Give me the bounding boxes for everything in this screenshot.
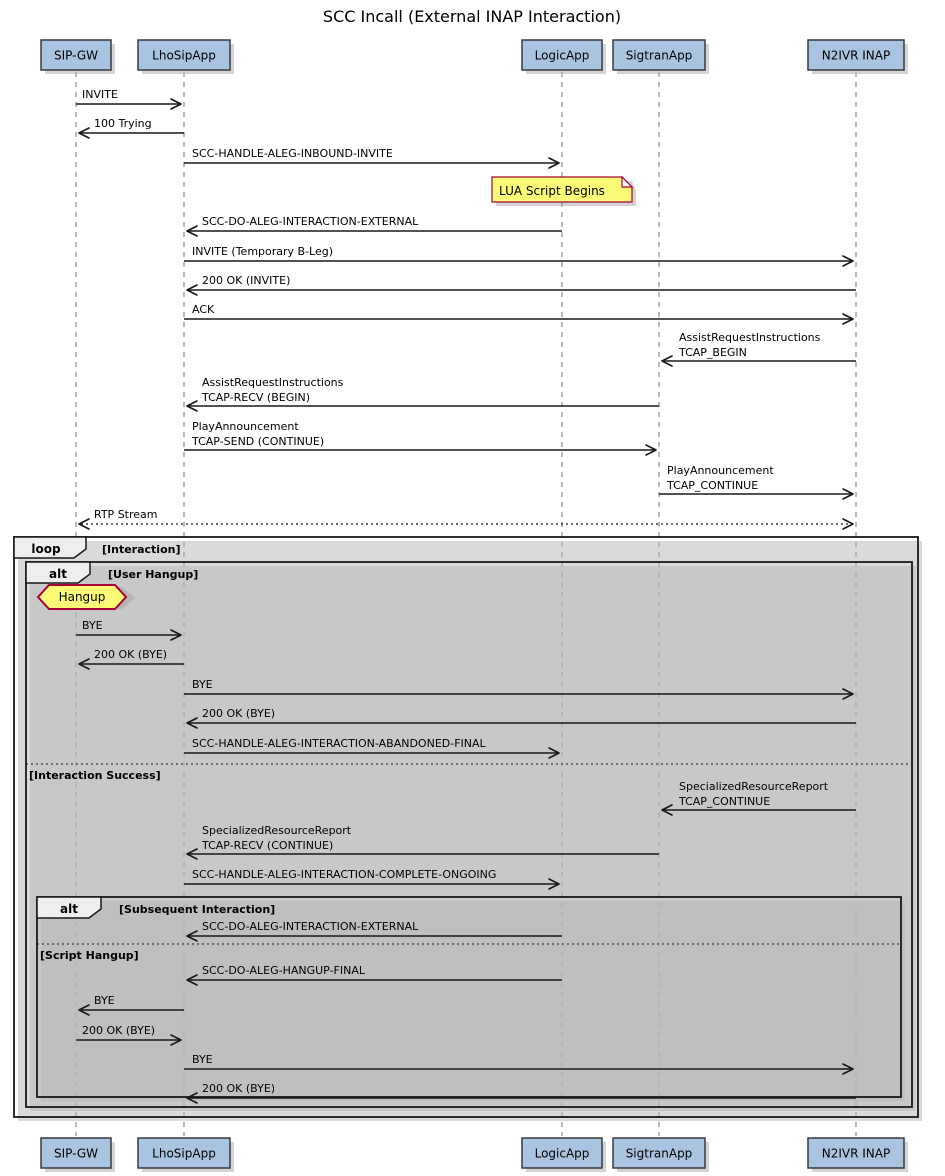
frame-divider-label-interaction-success: [Interaction Success] <box>29 769 161 782</box>
message-label-play-announcement-tcap-continue-line2: TCAP_CONTINUE <box>666 479 758 492</box>
message-label-invite-temporary-b-leg: INVITE (Temporary B-Leg) <box>192 245 333 258</box>
participant-box-bottom-logicapp[interactable]: LogicApp <box>521 1137 606 1172</box>
participant-box-bottom-sip-gw[interactable]: SIP-GW <box>40 1137 115 1172</box>
message-label-200-ok-bye-3: 200 OK (BYE) <box>82 1024 155 1037</box>
message-100-trying: 100 Trying <box>78 117 184 139</box>
message-label-bye-2: BYE <box>192 678 213 691</box>
message-label-play-announcement-tcap-continue-line1: PlayAnnouncement <box>667 464 774 477</box>
message-label-play-announcement-tcap-send-line1: PlayAnnouncement <box>192 420 299 433</box>
message-label-200-ok-bye-1: 200 OK (BYE) <box>94 648 167 661</box>
hexagon-hangup: Hangup <box>36 584 135 610</box>
frame-keyword-loop: loop <box>31 542 61 556</box>
participant-label-top-logicapp: LogicApp <box>535 49 590 63</box>
sequence-diagram-canvas: SCC Incall (External INAP Interaction) l… <box>13 7 922 1172</box>
message-label-scc-handle-aleg-inbound-invite: SCC-HANDLE-ALEG-INBOUND-INVITE <box>192 147 393 160</box>
frame-divider-label-script-hangup: [Script Hangup] <box>40 949 139 962</box>
page-title: SCC Incall (External INAP Interaction) <box>323 7 621 26</box>
message-label-specialized-resource-report-tcap-recv-line1: SpecializedResourceReport <box>202 824 352 837</box>
participant-box-top-n2ivr-inap[interactable]: N2IVR INAP <box>807 39 908 74</box>
message-label-scc-do-aleg-hangup-final: SCC-DO-ALEG-HANGUP-FINAL <box>202 964 366 977</box>
hexagon-label-hangup: Hangup <box>59 590 106 604</box>
message-label-200-ok-invite: 200 OK (INVITE) <box>202 274 290 287</box>
message-play-announcement-tcap-send-continue: PlayAnnouncement TCAP-SEND (CONTINUE) <box>184 420 657 456</box>
participant-label-top-sip-gw: SIP-GW <box>54 49 98 63</box>
message-label-specialized-resource-report-tcap-continue-line1: SpecializedResourceReport <box>679 780 829 793</box>
sequence-diagram-root: SCC Incall (External INAP Interaction) l… <box>0 0 945 1176</box>
message-label-bye-4: BYE <box>192 1053 213 1066</box>
participant-box-top-logicapp[interactable]: LogicApp <box>521 39 606 74</box>
participant-label-bottom-sigtranapp: SigtranApp <box>626 1147 693 1161</box>
message-label-assist-request-instructions-tcap-recv-line1: AssistRequestInstructions <box>202 376 344 389</box>
message-label-play-announcement-tcap-send-line2: TCAP-SEND (CONTINUE) <box>191 435 324 448</box>
participant-label-bottom-lhosipapp: LhoSipApp <box>152 1147 216 1161</box>
message-scc-handle-aleg-inbound-invite: SCC-HANDLE-ALEG-INBOUND-INVITE <box>184 147 560 169</box>
message-label-200-ok-bye-2: 200 OK (BYE) <box>202 707 275 720</box>
message-label-assist-request-instructions-tcap-begin-line2: TCAP_BEGIN <box>678 346 747 359</box>
message-invite: INVITE <box>76 88 182 110</box>
frame-keyword-alt-user-hangup: alt <box>49 567 67 581</box>
participant-label-bottom-logicapp: LogicApp <box>535 1147 590 1161</box>
frame-condition-subsequent-interaction: [Subsequent Interaction] <box>119 903 275 916</box>
participant-box-bottom-lhosipapp[interactable]: LhoSipApp <box>137 1137 234 1172</box>
participant-box-bottom-sigtranapp[interactable]: SigtranApp <box>612 1137 709 1172</box>
note-label-lua-script-begins: LUA Script Begins <box>499 184 605 198</box>
message-label-scc-handle-aleg-interaction-abandoned-final: SCC-HANDLE-ALEG-INTERACTION-ABANDONED-FI… <box>192 737 487 750</box>
message-label-specialized-resource-report-tcap-continue-line2: TCAP_CONTINUE <box>678 795 770 808</box>
message-label-scc-do-aleg-interaction-external-1: SCC-DO-ALEG-INTERACTION-EXTERNAL <box>202 215 419 228</box>
participant-label-bottom-n2ivr-inap: N2IVR INAP <box>822 1147 890 1161</box>
frame-alt-subsequent-interaction: alt [Subsequent Interaction] [Script Han… <box>36 896 905 1101</box>
message-assist-request-instructions-tcap-recv-begin: AssistRequestInstructions TCAP-RECV (BEG… <box>186 376 659 412</box>
participant-label-top-lhosipapp: LhoSipApp <box>152 49 216 63</box>
frame-keyword-alt-subsequent: alt <box>60 902 78 916</box>
participant-box-top-lhosipapp[interactable]: LhoSipApp <box>137 39 234 74</box>
message-label-ack: ACK <box>192 303 215 316</box>
note-lua-script-begins: LUA Script Begins <box>491 175 636 206</box>
message-rtp-stream: RTP Stream <box>78 508 854 530</box>
message-label-scc-handle-aleg-interaction-complete-ongoing: SCC-HANDLE-ALEG-INTERACTION-COMPLETE-ONG… <box>192 868 496 881</box>
frame-condition-user-hangup: [User Hangup] <box>108 568 198 581</box>
message-label-assist-request-instructions-tcap-recv-line2: TCAP-RECV (BEGIN) <box>201 391 310 404</box>
message-200-ok-invite: 200 OK (INVITE) <box>186 274 856 296</box>
participants-bottom-group: SIP-GW LhoSipApp LogicApp SigtranApp N2I… <box>40 1137 908 1172</box>
message-label-200-ok-bye-4: 200 OK (BYE) <box>202 1082 275 1095</box>
participant-label-bottom-sip-gw: SIP-GW <box>54 1147 98 1161</box>
message-label-assist-request-instructions-tcap-begin-line1: AssistRequestInstructions <box>679 331 821 344</box>
participant-box-bottom-n2ivr-inap[interactable]: N2IVR INAP <box>807 1137 908 1172</box>
participants-top-group: SIP-GW LhoSipApp LogicApp SigtranApp N2I… <box>40 39 908 74</box>
frame-condition-interaction: [Interaction] <box>102 543 180 556</box>
message-label-invite: INVITE <box>82 88 118 101</box>
message-label-bye-3: BYE <box>94 994 115 1007</box>
participant-label-top-sigtranapp: SigtranApp <box>626 49 693 63</box>
message-play-announcement-tcap-continue: PlayAnnouncement TCAP_CONTINUE <box>659 464 854 500</box>
message-invite-temporary-b-leg: INVITE (Temporary B-Leg) <box>184 245 854 267</box>
message-label-bye-1: BYE <box>82 619 103 632</box>
participant-box-top-sigtranapp[interactable]: SigtranApp <box>612 39 709 74</box>
message-assist-request-instructions-tcap-begin: AssistRequestInstructions TCAP_BEGIN <box>661 331 856 367</box>
message-label-100-trying: 100 Trying <box>94 117 152 130</box>
message-label-specialized-resource-report-tcap-recv-line2: TCAP-RECV (CONTINUE) <box>201 839 333 852</box>
participant-box-top-sip-gw[interactable]: SIP-GW <box>40 39 115 74</box>
message-scc-do-aleg-interaction-external-1: SCC-DO-ALEG-INTERACTION-EXTERNAL <box>186 215 562 237</box>
message-ack: ACK <box>184 303 854 325</box>
message-label-scc-do-aleg-interaction-external-2: SCC-DO-ALEG-INTERACTION-EXTERNAL <box>202 920 419 933</box>
participant-label-top-n2ivr-inap: N2IVR INAP <box>822 49 890 63</box>
message-label-rtp-stream: RTP Stream <box>94 508 158 521</box>
